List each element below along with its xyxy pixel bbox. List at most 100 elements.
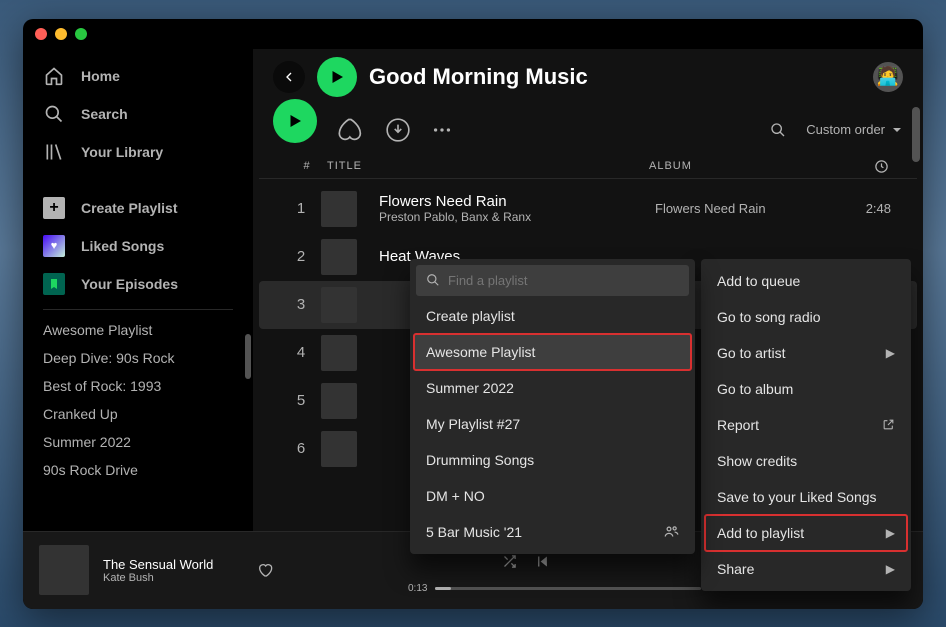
playlist-search-input[interactable] (448, 273, 679, 288)
playlist-controls: Custom order (253, 105, 923, 155)
nav-search[interactable]: Search (31, 95, 245, 133)
track-duration: 2:48 (835, 201, 895, 216)
chevron-right-icon: ▶ (886, 346, 895, 360)
nav-label: Search (81, 106, 128, 122)
play-button-secondary[interactable] (273, 99, 317, 143)
main-scrollbar[interactable] (912, 107, 920, 162)
column-album: ALBUM (649, 159, 829, 174)
column-number: # (287, 159, 327, 174)
play-button[interactable] (317, 57, 357, 97)
track-artwork (321, 383, 357, 419)
clock-icon (874, 159, 889, 174)
submenu-playlist-item[interactable]: My Playlist #27 (414, 406, 691, 442)
now-playing-artwork[interactable] (39, 545, 89, 595)
sidebar-playlist-item[interactable]: Best of Rock: 1993 (31, 372, 245, 400)
bookmark-icon (43, 273, 65, 295)
progress-bar[interactable] (435, 587, 700, 590)
nav-label: Your Library (81, 144, 163, 160)
search-icon (43, 103, 65, 125)
shuffle-button[interactable] (502, 554, 517, 569)
sidebar-playlist-item[interactable]: Cranked Up (31, 400, 245, 428)
plus-icon: + (43, 197, 65, 219)
submenu-playlist-item[interactable]: Summer 2022 (414, 370, 691, 406)
nav-home[interactable]: Home (31, 57, 245, 95)
sort-button[interactable]: Custom order (806, 122, 903, 137)
window-maximize-button[interactable] (75, 28, 87, 40)
page-title: Good Morning Music (369, 64, 861, 90)
like-playlist-button[interactable] (337, 116, 365, 144)
context-menu: Add to queue Go to song radio Go to arti… (701, 259, 911, 591)
external-link-icon (882, 418, 895, 431)
search-icon (426, 273, 440, 287)
app-window: Home Search Your Library + Create Playli… (23, 19, 923, 609)
nav-label: Liked Songs (81, 238, 164, 254)
user-avatar[interactable]: 🧑‍💻 (873, 62, 903, 92)
window-close-button[interactable] (35, 28, 47, 40)
ctx-add-to-playlist[interactable]: Add to playlist▶ (705, 515, 907, 551)
ctx-show-credits[interactable]: Show credits (705, 443, 907, 479)
track-artwork (321, 191, 357, 227)
more-options-button[interactable] (431, 119, 453, 141)
ctx-add-to-queue[interactable]: Add to queue (705, 263, 907, 299)
now-playing-title[interactable]: The Sensual World (103, 557, 243, 572)
track-number: 4 (281, 344, 321, 361)
divider (43, 309, 233, 310)
like-track-button[interactable] (257, 562, 273, 578)
ctx-go-to-song-radio[interactable]: Go to song radio (705, 299, 907, 335)
ctx-report[interactable]: Report (705, 407, 907, 443)
liked-songs[interactable]: ♥ Liked Songs (31, 227, 245, 265)
track-number: 3 (281, 296, 321, 313)
playlist-search[interactable] (416, 265, 689, 296)
track-number: 6 (281, 440, 321, 457)
window-minimize-button[interactable] (55, 28, 67, 40)
nav-label: Your Episodes (81, 276, 178, 292)
submenu-playlist-item[interactable]: Drumming Songs (414, 442, 691, 478)
your-episodes[interactable]: Your Episodes (31, 265, 245, 303)
ctx-go-to-album[interactable]: Go to album (705, 371, 907, 407)
nav-library[interactable]: Your Library (31, 133, 245, 171)
heart-icon: ♥ (43, 235, 65, 257)
home-icon (43, 65, 65, 87)
chevron-right-icon: ▶ (886, 562, 895, 576)
search-in-playlist-button[interactable] (770, 122, 786, 138)
sidebar-playlist-item[interactable]: Deep Dive: 90s Rock (31, 344, 245, 372)
create-playlist[interactable]: + Create Playlist (31, 189, 245, 227)
previous-button[interactable] (535, 554, 550, 569)
track-number: 1 (281, 200, 321, 217)
track-title: Flowers Need Rain (379, 193, 655, 210)
column-duration (829, 159, 889, 174)
track-artwork (321, 431, 357, 467)
back-button[interactable] (273, 61, 305, 93)
track-list-header: # TITLE ALBUM (259, 155, 917, 179)
sidebar-playlist-item[interactable]: Summer 2022 (31, 428, 245, 456)
nav-label: Create Playlist (81, 200, 178, 216)
sidebar-playlist-item[interactable]: Awesome Playlist (31, 316, 245, 344)
titlebar (23, 19, 923, 49)
chevron-right-icon: ▶ (886, 526, 895, 540)
sidebar: Home Search Your Library + Create Playli… (23, 49, 253, 531)
nav-label: Home (81, 68, 120, 84)
track-artwork (321, 239, 357, 275)
main-content: Good Morning Music 🧑‍💻 (253, 49, 923, 531)
library-icon (43, 141, 65, 163)
ctx-save-liked[interactable]: Save to your Liked Songs (705, 479, 907, 515)
track-number: 2 (281, 248, 321, 265)
submenu-create-playlist[interactable]: Create playlist (414, 298, 691, 334)
track-artwork (321, 287, 357, 323)
track-number: 5 (281, 392, 321, 409)
sidebar-scrollbar[interactable] (245, 334, 251, 379)
now-playing-artist[interactable]: Kate Bush (103, 572, 243, 584)
elapsed-time: 0:13 (408, 583, 427, 594)
submenu-playlist-item[interactable]: Awesome Playlist (414, 334, 691, 370)
submenu-playlist-item[interactable]: DM + NO (414, 478, 691, 514)
column-title: TITLE (327, 159, 649, 174)
ctx-go-to-artist[interactable]: Go to artist▶ (705, 335, 907, 371)
submenu-playlist-item[interactable]: 5 Bar Music '21 (414, 514, 691, 550)
ctx-share[interactable]: Share▶ (705, 551, 907, 587)
track-artist: Preston Pablo, Banx & Ranx (379, 210, 655, 224)
sort-label: Custom order (806, 122, 885, 137)
chevron-down-icon (891, 124, 903, 136)
download-button[interactable] (385, 117, 411, 143)
sidebar-playlist-item[interactable]: 90s Rock Drive (31, 456, 245, 484)
track-row[interactable]: 1 Flowers Need Rain Preston Pablo, Banx … (259, 185, 917, 233)
